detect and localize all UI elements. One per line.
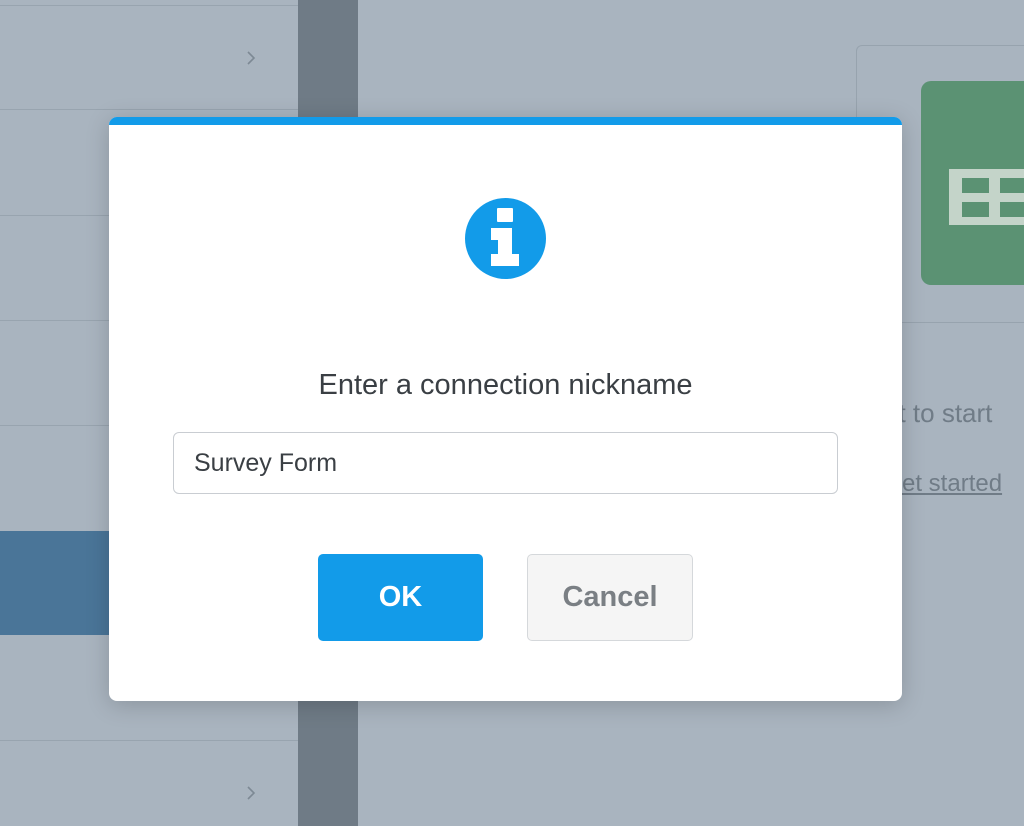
nickname-input[interactable] [173,432,838,494]
info-icon [465,198,546,279]
spreadsheet-grid-icon [949,169,1024,225]
cancel-button[interactable]: Cancel [527,554,693,641]
app-window: et to start et started Enter a connectio… [0,0,1024,826]
google-sheets-icon [921,81,1024,285]
chevron-right-icon [247,786,256,800]
sidebar-item[interactable] [0,740,298,826]
dialog-title: Enter a connection nickname [318,369,693,401]
dialog-accent-bar [109,117,902,125]
sidebar-item[interactable] [0,5,298,110]
chevron-right-icon [247,51,256,65]
get-started-link[interactable]: et started [902,470,1002,498]
nickname-dialog: Enter a connection nickname OK Cancel [109,117,902,701]
ok-button[interactable]: OK [318,554,483,641]
